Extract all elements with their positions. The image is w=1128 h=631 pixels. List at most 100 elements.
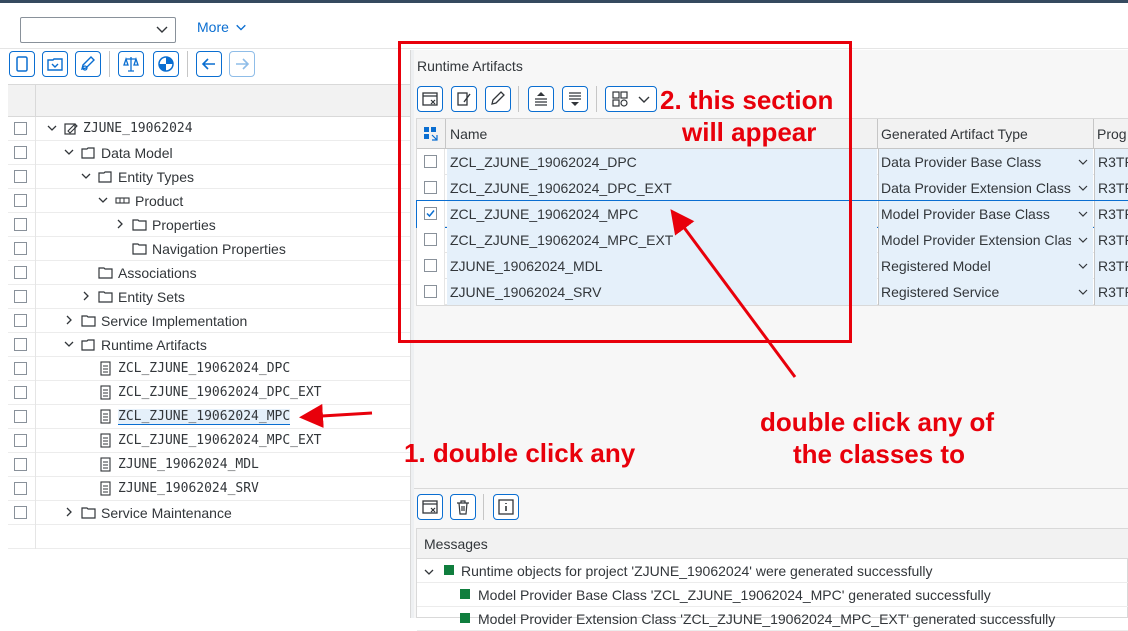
tree-row-dpc-ext[interactable]: ZCL_ZJUNE_19062024_DPC_EXT — [8, 381, 410, 405]
display-change-button[interactable] — [9, 51, 35, 77]
tree-row-properties[interactable]: Properties — [8, 213, 410, 237]
row-select-cell — [8, 525, 36, 549]
object-dropdown[interactable] — [20, 17, 176, 43]
type-cell[interactable]: Data Provider Base Class — [878, 149, 1093, 175]
tree-row-service-maintenance[interactable]: Service Maintenance — [8, 501, 410, 525]
check-button[interactable] — [118, 51, 144, 77]
tree-label: Properties — [152, 217, 216, 233]
prog-cell[interactable]: R3TR — [1094, 201, 1128, 227]
more-label: More — [197, 19, 229, 35]
chevron-down-icon[interactable] — [63, 146, 75, 158]
message-row[interactable]: Model Provider Base Class 'ZCL_ZJUNE_190… — [417, 583, 1128, 607]
tree-row-mdl[interactable]: ZJUNE_19062024_MDL — [8, 453, 410, 477]
tree-row-data-model[interactable]: Data Model — [8, 141, 410, 165]
class-document-icon — [100, 385, 111, 400]
chevron-right-icon[interactable] — [63, 314, 75, 326]
entity-type-icon — [115, 197, 130, 204]
row-checkbox[interactable] — [14, 410, 27, 423]
pie-activate-icon — [158, 56, 174, 72]
tree-row-srv[interactable]: ZJUNE_19062024_SRV — [8, 477, 410, 501]
more-menu-button[interactable]: More — [197, 19, 247, 35]
tree-label: ZCL_ZJUNE_19062024_DPC_EXT — [118, 385, 322, 400]
tree-row-project[interactable]: ZJUNE_19062024 — [8, 117, 410, 141]
type-cell[interactable]: Data Provider Extension Class — [878, 175, 1093, 201]
forward-button[interactable] — [229, 51, 255, 77]
toolbar-separator — [187, 51, 188, 77]
row-checkbox[interactable] — [14, 194, 27, 207]
tree-row-product[interactable]: Product — [8, 189, 410, 213]
delete-messages-button[interactable] — [450, 494, 476, 520]
activate-button[interactable] — [153, 51, 179, 77]
message-info-button[interactable] — [493, 494, 519, 520]
column-header-type[interactable]: Generated Artifact Type — [881, 126, 1028, 142]
row-checkbox[interactable] — [14, 314, 27, 327]
tree-select-all-column[interactable] — [8, 85, 36, 117]
toolbar-separator — [109, 51, 110, 77]
chevron-right-icon[interactable] — [63, 506, 75, 518]
message-row[interactable]: Runtime objects for project 'ZJUNE_19062… — [417, 559, 1128, 583]
row-checkbox[interactable] — [14, 218, 27, 231]
chevron-down-icon — [156, 26, 168, 33]
tree-header — [8, 85, 410, 117]
chevron-down-icon[interactable] — [97, 194, 109, 206]
tree-row-service-implementation[interactable]: Service Implementation — [8, 309, 410, 333]
tree-row-entity-types[interactable]: Entity Types — [8, 165, 410, 189]
chevron-right-icon[interactable] — [114, 218, 126, 230]
chevron-down-icon[interactable] — [1077, 286, 1089, 298]
prog-cell[interactable]: R3TR — [1094, 279, 1128, 305]
type-cell[interactable]: Model Provider Base Class — [878, 201, 1093, 227]
tree-row-dpc[interactable]: ZCL_ZJUNE_19062024_DPC — [8, 357, 410, 381]
open-button[interactable] — [42, 51, 68, 77]
artifact-prog: R3TR — [1098, 180, 1128, 196]
chevron-right-icon[interactable] — [80, 290, 92, 302]
service-document-icon — [100, 481, 111, 496]
edit-button[interactable] — [75, 51, 101, 77]
prog-cell[interactable]: R3TR — [1094, 227, 1128, 253]
chevron-down-icon[interactable] — [63, 338, 75, 350]
row-checkbox[interactable] — [14, 146, 27, 159]
artifact-prog: R3TR — [1098, 258, 1128, 274]
type-cell[interactable]: Registered Model — [878, 253, 1093, 279]
chevron-down-icon[interactable] — [1077, 260, 1089, 272]
row-checkbox[interactable] — [14, 506, 27, 519]
folder-open-icon — [98, 171, 112, 183]
row-checkbox[interactable] — [14, 122, 27, 135]
class-document-icon — [100, 433, 111, 448]
tree-label: Entity Types — [118, 169, 195, 185]
close-messages-button[interactable] — [417, 494, 443, 520]
chevron-down-icon[interactable] — [1077, 182, 1089, 194]
row-checkbox[interactable] — [14, 170, 27, 183]
prog-cell[interactable]: R3TR — [1094, 149, 1128, 175]
chevron-down-icon[interactable] — [46, 122, 58, 134]
project-icon — [64, 123, 78, 135]
column-header-prog[interactable]: Prog — [1097, 126, 1127, 142]
chevron-down-icon[interactable] — [1077, 234, 1089, 246]
tree-row-mpc-ext[interactable]: ZCL_ZJUNE_19062024_MPC_EXT — [8, 429, 410, 453]
back-button[interactable] — [196, 51, 222, 77]
tree-row-mpc[interactable]: ZCL_ZJUNE_19062024_MPC — [8, 405, 410, 429]
type-cell[interactable]: Model Provider Extension Clas — [878, 227, 1093, 253]
row-checkbox[interactable] — [14, 290, 27, 303]
chevron-down-icon[interactable] — [80, 170, 92, 182]
row-checkbox[interactable] — [14, 386, 27, 399]
row-checkbox[interactable] — [14, 242, 27, 255]
message-row[interactable]: Model Provider Extension Class 'ZCL_ZJUN… — [417, 607, 1128, 631]
tree-row-entity-sets[interactable]: Entity Sets — [8, 285, 410, 309]
tree-row-associations[interactable]: Associations — [8, 261, 410, 285]
row-checkbox[interactable] — [14, 482, 27, 495]
type-cell[interactable]: Registered Service — [878, 279, 1093, 305]
tree-label: Associations — [118, 265, 197, 281]
chevron-down-icon[interactable] — [1077, 208, 1089, 220]
row-checkbox[interactable] — [14, 266, 27, 279]
prog-cell[interactable]: R3TR — [1094, 253, 1128, 279]
chevron-down-icon[interactable] — [423, 566, 435, 578]
tree-row-navigation-properties[interactable]: Navigation Properties — [8, 237, 410, 261]
row-checkbox[interactable] — [14, 362, 27, 375]
chevron-down-icon[interactable] — [1077, 156, 1089, 168]
messages-title: Messages — [424, 536, 488, 552]
row-checkbox[interactable] — [14, 458, 27, 471]
row-checkbox[interactable] — [14, 434, 27, 447]
prog-cell[interactable]: R3TR — [1094, 175, 1128, 201]
row-checkbox[interactable] — [14, 338, 27, 351]
tree-row-runtime-artifacts[interactable]: Runtime Artifacts — [8, 333, 410, 357]
